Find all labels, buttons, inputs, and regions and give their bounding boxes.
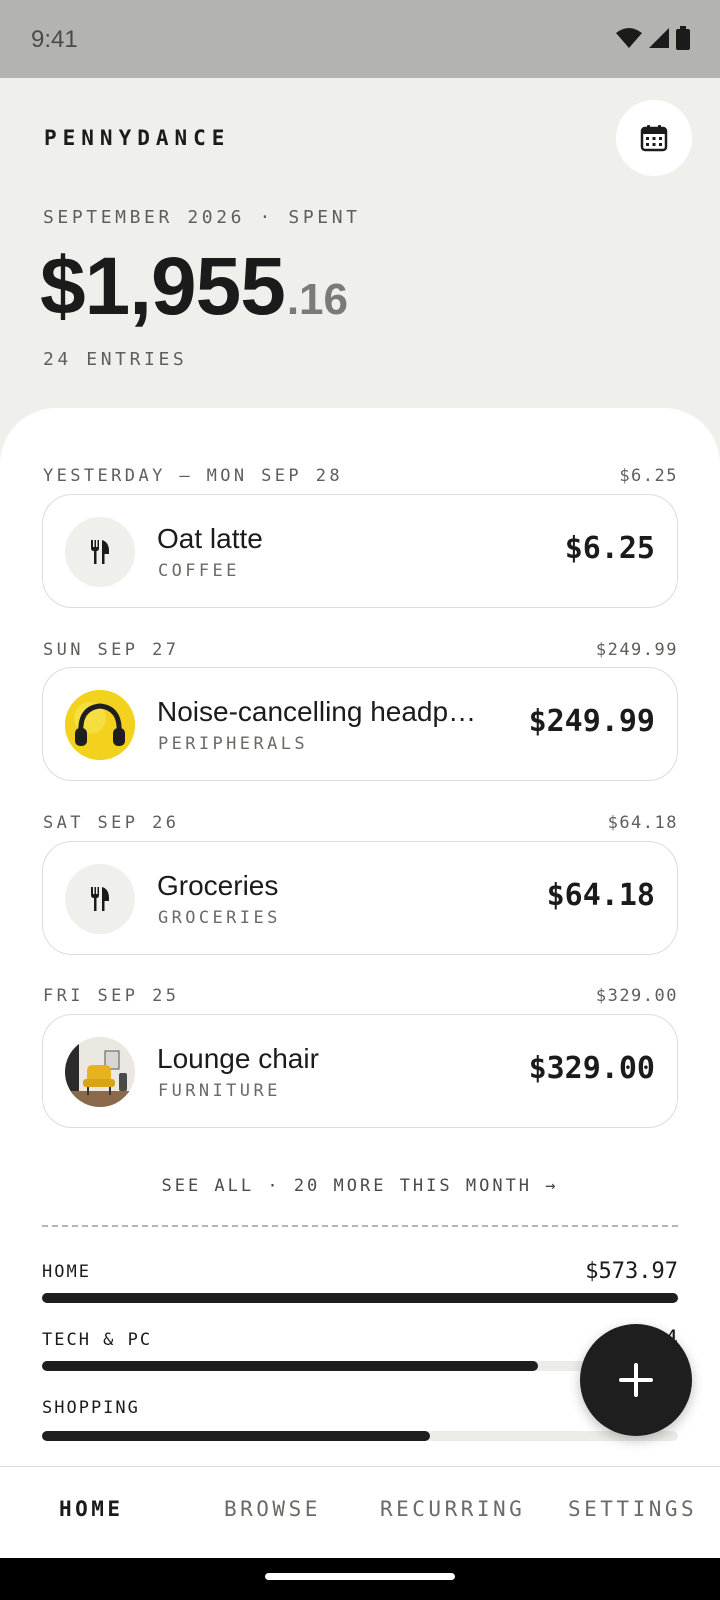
transaction-amount: $249.99 <box>528 704 655 739</box>
transaction-title: Groceries <box>157 870 279 901</box>
total-spent: $1,955 .16 <box>40 240 348 334</box>
day-total: $249.99 <box>595 640 678 660</box>
transaction-title: Oat latte <box>157 523 263 554</box>
fork-knife-icon <box>91 887 109 911</box>
day-label: SUN SEP 27 <box>43 640 180 660</box>
battery-icon <box>676 26 690 50</box>
headphones-thumbnail <box>65 690 135 760</box>
transaction-category: PERIPHERALS <box>158 734 308 754</box>
transaction-category: FURNITURE <box>158 1081 281 1101</box>
transaction-amount: $64.18 <box>546 878 655 913</box>
category-amount: $573.97 <box>585 1259 678 1284</box>
period-label: SEPTEMBER 2026 · SPENT <box>43 207 361 228</box>
nav-home[interactable]: HOME <box>59 1497 124 1521</box>
section-divider <box>42 1225 678 1227</box>
nav-settings[interactable]: SETTINGS <box>568 1497 697 1521</box>
transaction-amount: $6.25 <box>564 531 655 566</box>
day-total: $64.18 <box>607 813 678 833</box>
category-label: HOME <box>42 1262 91 1282</box>
home-gesture-pill[interactable] <box>265 1573 455 1580</box>
category-label: TECH & PC <box>42 1330 153 1350</box>
signal-icon <box>649 28 669 48</box>
calendar-icon <box>640 125 668 152</box>
status-time: 9:41 <box>31 26 78 53</box>
nav-recurring[interactable]: RECURRING <box>380 1497 525 1521</box>
transaction-category: GROCERIES <box>158 908 281 928</box>
entries-count: 24 ENTRIES <box>43 349 188 370</box>
status-icons <box>616 26 690 50</box>
plus-icon <box>619 1363 653 1397</box>
transaction-card[interactable]: Lounge chair FURNITURE $329.00 <box>42 1014 678 1128</box>
category-bar-fill <box>42 1431 430 1441</box>
calendar-button[interactable] <box>616 100 692 176</box>
category-thumb <box>65 517 135 587</box>
day-total: $6.25 <box>619 466 678 486</box>
transaction-title: Noise-cancelling headp… <box>157 696 477 727</box>
day-total: $329.00 <box>595 986 678 1006</box>
wifi-icon <box>616 28 642 48</box>
fork-knife-icon <box>91 540 109 564</box>
transaction-amount: $329.00 <box>528 1051 655 1086</box>
transaction-card[interactable]: Groceries GROCERIES $64.18 <box>42 841 678 955</box>
nav-browse[interactable]: BROWSE <box>224 1497 321 1521</box>
category-bar-fill <box>42 1293 678 1303</box>
category-bar <box>42 1293 678 1303</box>
add-entry-button[interactable] <box>580 1324 692 1436</box>
day-label: SAT SEP 26 <box>43 813 180 833</box>
headphones-icon <box>65 690 135 760</box>
system-nav-bar <box>0 1558 720 1600</box>
total-main: $1,955 <box>40 241 286 332</box>
day-label: YESTERDAY — MON SEP 28 <box>43 466 343 486</box>
status-bar: 9:41 <box>0 0 720 78</box>
category-bar <box>42 1431 678 1441</box>
total-cents: .16 <box>286 275 348 324</box>
bottom-nav: HOME BROWSE RECURRING SETTINGS <box>0 1466 720 1558</box>
transaction-card[interactable]: Noise-cancelling headp… PERIPHERALS $249… <box>42 667 678 781</box>
transaction-card[interactable]: Oat latte COFFEE $6.25 <box>42 494 678 608</box>
transaction-category: COFFEE <box>158 561 240 581</box>
lounge-chair-icon <box>65 1037 135 1107</box>
day-label: FRI SEP 25 <box>43 986 180 1006</box>
category-thumb <box>65 864 135 934</box>
transaction-title: Lounge chair <box>157 1043 319 1074</box>
category-label: SHOPPING <box>42 1398 140 1418</box>
chair-thumbnail <box>65 1037 135 1107</box>
category-bar-fill <box>42 1361 539 1371</box>
app-brand: PENNYDANCE <box>44 126 231 150</box>
see-all-link[interactable]: SEE ALL · 20 MORE THIS MONTH → <box>0 1176 720 1196</box>
